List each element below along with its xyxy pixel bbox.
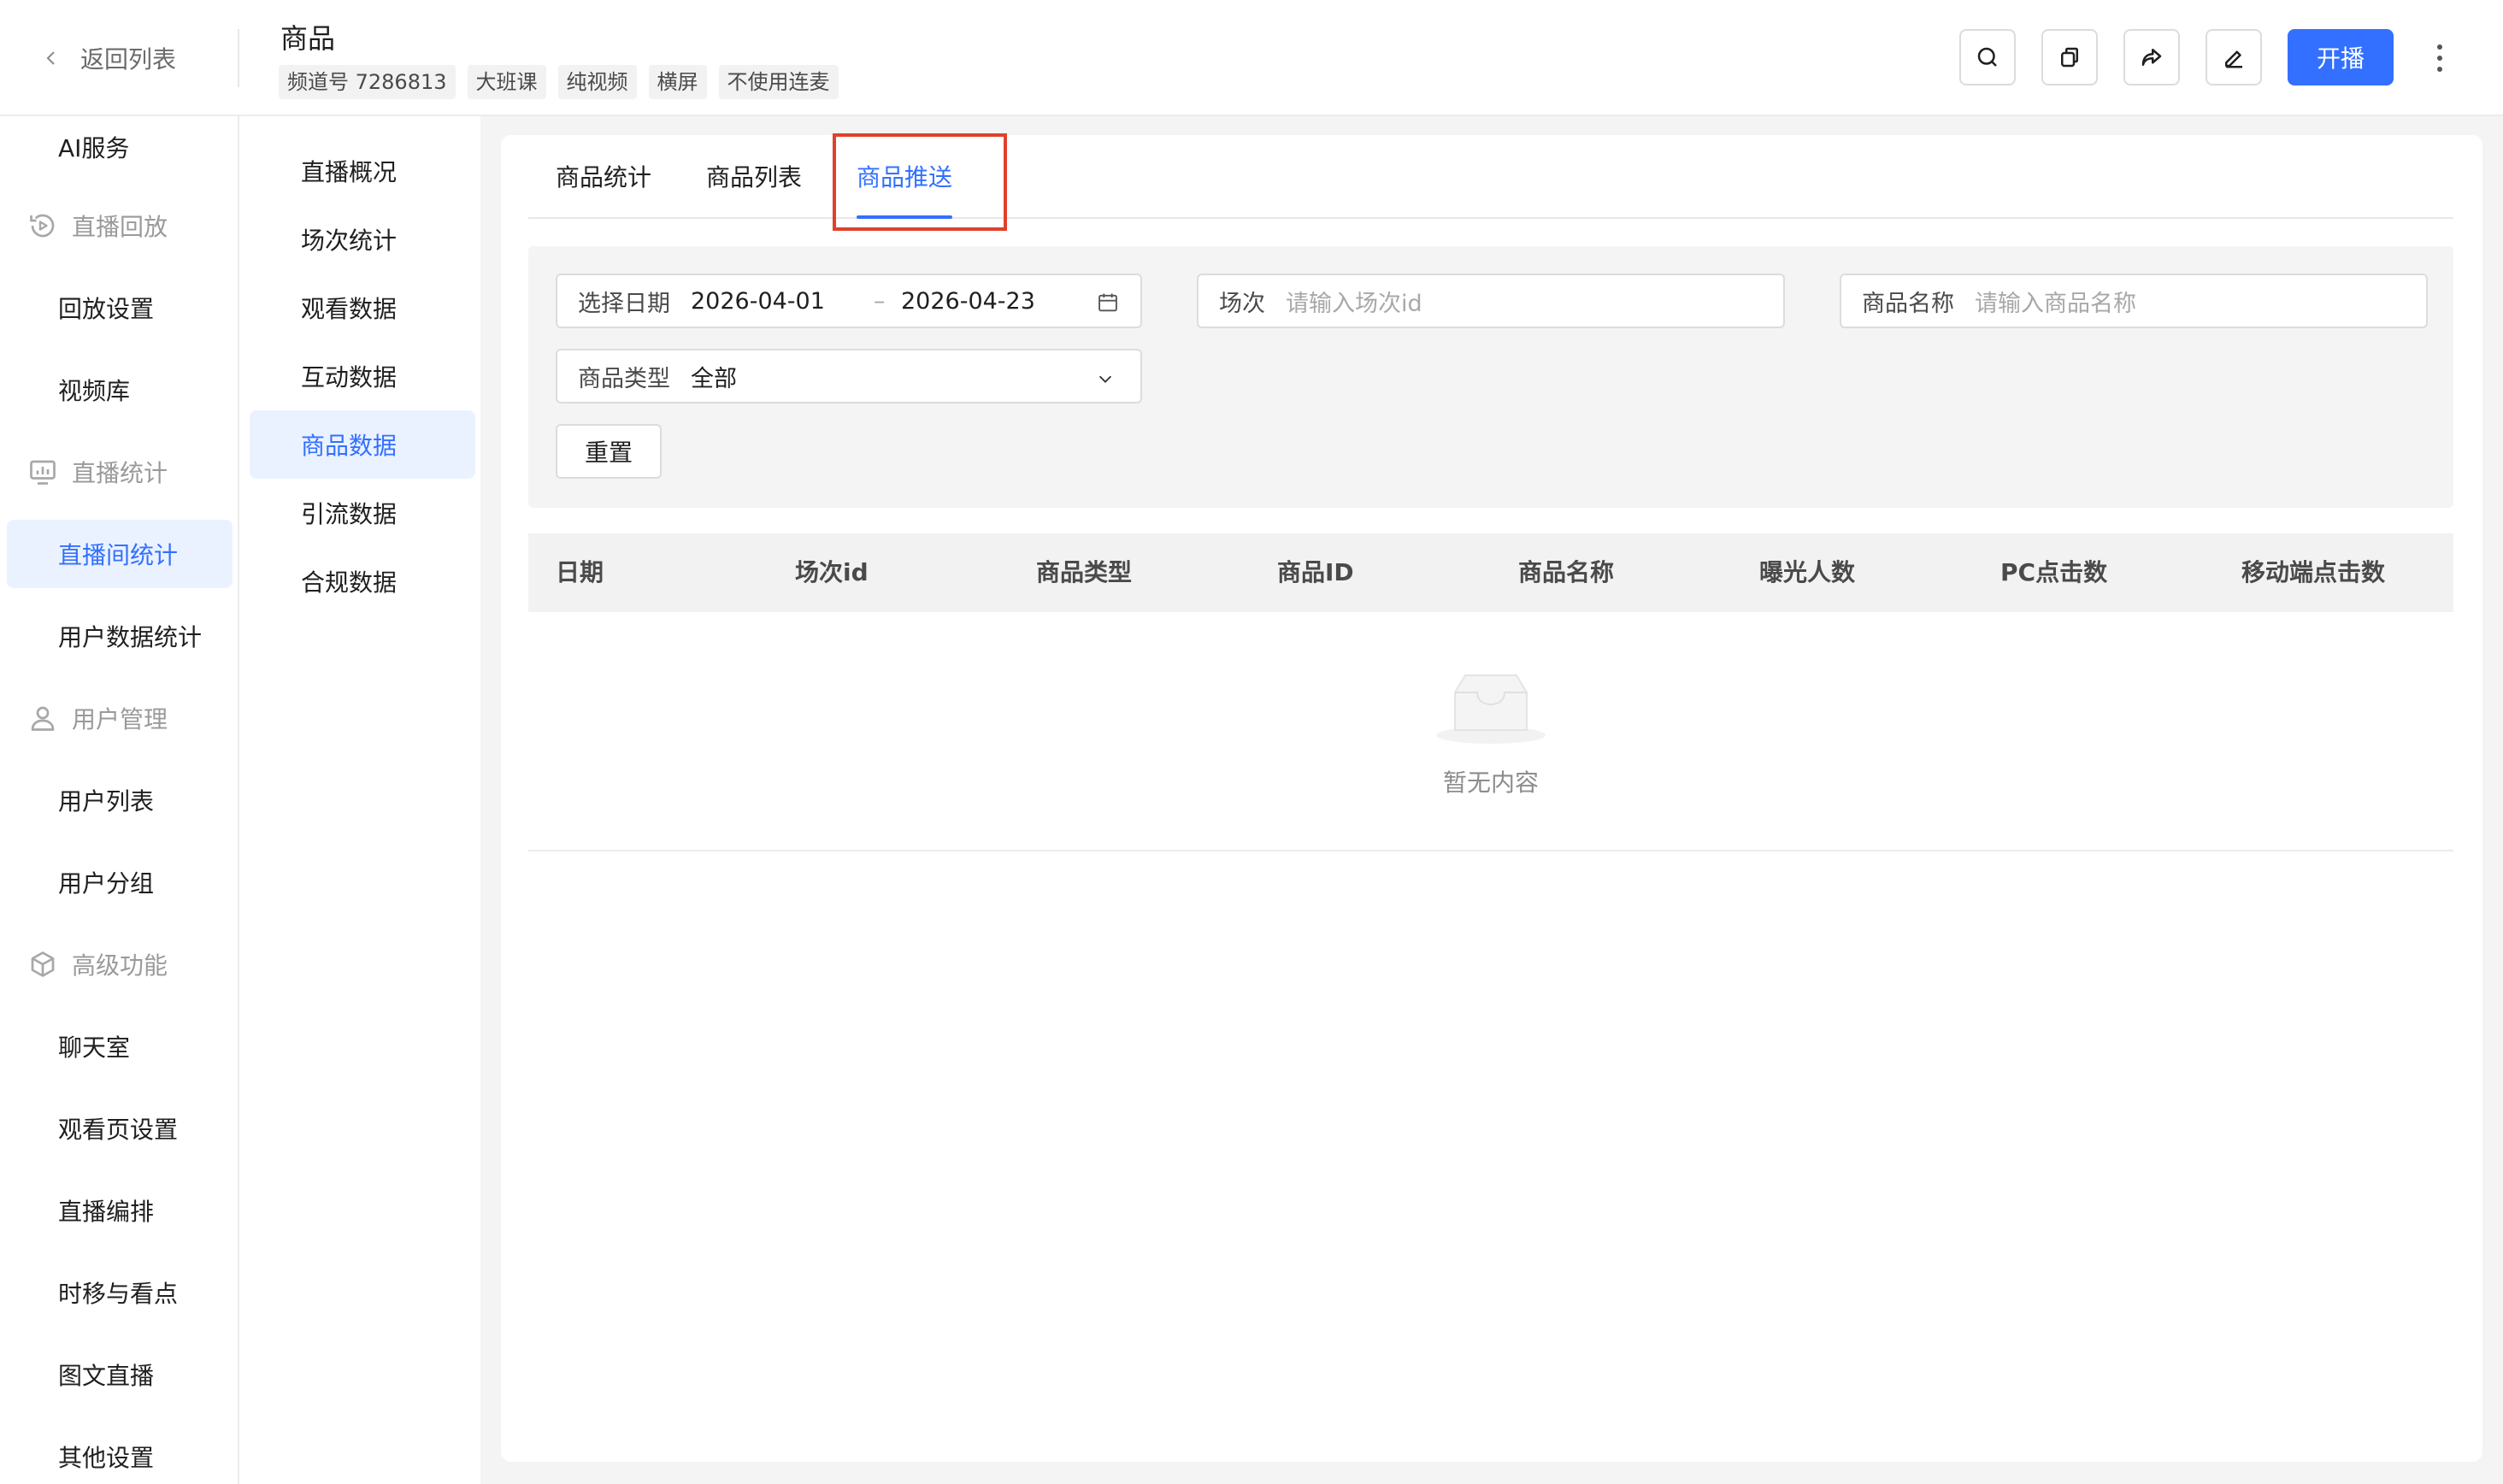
back-to-list-link[interactable]: 返回列表 xyxy=(41,38,176,79)
product-type-label: 商品类型 xyxy=(578,365,670,392)
tag-orientation: 横屏 xyxy=(648,65,707,99)
sidebar-item-video-library[interactable]: 视频库 xyxy=(7,356,233,424)
sidebar-item-other-settings[interactable]: 其他设置 xyxy=(7,1422,233,1484)
sidebar-item-ai-service[interactable]: AI服务 xyxy=(7,116,233,181)
sidebar-item-timeshift[interactable]: 时移与看点 xyxy=(7,1258,233,1327)
date-start-value[interactable]: 2026-04-01 xyxy=(691,288,874,315)
copy-icon xyxy=(2061,47,2078,68)
sidebar-group-user-management[interactable]: 用户管理 xyxy=(27,692,168,744)
header-divider xyxy=(238,29,239,87)
chevron-down-icon xyxy=(1098,375,1112,383)
tag-channel-id: 频道号 7286813 xyxy=(279,65,456,99)
table-empty-state: 暂无内容 xyxy=(528,612,2453,851)
main-sidebar: AI服务 直播回放 回放设置 视频库 直播统计 直播间统计 用户数据统计 用户管… xyxy=(0,116,239,1484)
empty-inbox-icon xyxy=(1436,674,1546,744)
subnav-item-compliance-data[interactable]: 合规数据 xyxy=(250,547,475,615)
reset-button[interactable]: 重置 xyxy=(556,424,662,479)
empty-state-text: 暂无内容 xyxy=(1442,768,1539,797)
tab-product-list[interactable]: 商品列表 xyxy=(706,159,802,219)
sidebar-group-advanced[interactable]: 高级功能 xyxy=(27,939,168,990)
subnav-item-interaction-data[interactable]: 互动数据 xyxy=(250,342,475,410)
table-header-row: 日期 场次id 商品类型 商品ID 商品名称 曝光人数 PC点击数 移动端点击数 xyxy=(528,533,2453,612)
share-button[interactable] xyxy=(2123,29,2180,85)
stats-subnav: 直播概况 场次统计 观看数据 互动数据 商品数据 引流数据 合规数据 xyxy=(241,116,480,1484)
product-type-select[interactable]: 商品类型 全部 xyxy=(556,349,1142,403)
date-separator: – xyxy=(874,287,886,315)
date-end-value[interactable]: 2026-04-23 xyxy=(901,288,1035,315)
tag-class-type: 大班课 xyxy=(467,65,546,99)
column-header-pc-clicks: PC点击数 xyxy=(2000,558,2108,586)
page-title: 商品 xyxy=(280,22,336,55)
search-icon xyxy=(1977,47,1997,67)
sidebar-item-user-groups[interactable]: 用户分组 xyxy=(7,848,233,916)
column-header-date: 日期 xyxy=(556,558,604,586)
more-menu-button[interactable] xyxy=(2424,34,2455,82)
sidebar-item-chat-room[interactable]: 聊天室 xyxy=(7,1012,233,1081)
product-name-field[interactable]: 商品名称 请输入商品名称 xyxy=(1840,274,2428,328)
column-header-mobile-clicks: 移动端点击数 xyxy=(2241,558,2386,586)
sidebar-item-room-stats[interactable]: 直播间统计 xyxy=(7,520,233,588)
session-id-field[interactable]: 场次 请输入场次id xyxy=(1197,274,1785,328)
subnav-item-viewing-data[interactable]: 观看数据 xyxy=(250,274,475,342)
playback-icon xyxy=(30,214,55,238)
sidebar-item-live-schedule[interactable]: 直播编排 xyxy=(7,1176,233,1245)
sidebar-item-watch-page-settings[interactable]: 观看页设置 xyxy=(7,1094,233,1163)
product-tabs: 商品统计 商品列表 商品推送 xyxy=(528,140,2453,219)
session-label: 场次 xyxy=(1219,290,1265,317)
column-header-exposure: 曝光人数 xyxy=(1759,558,1856,586)
user-icon xyxy=(31,706,55,731)
column-header-product-id: 商品ID xyxy=(1277,558,1354,586)
pencil-icon xyxy=(2225,50,2242,68)
more-vertical-icon xyxy=(2437,44,2442,72)
subnav-item-traffic-data[interactable]: 引流数据 xyxy=(250,479,475,547)
copy-button[interactable] xyxy=(2041,29,2098,85)
date-label: 选择日期 xyxy=(578,290,670,317)
share-icon xyxy=(2141,49,2162,66)
column-header-product-type: 商品类型 xyxy=(1036,558,1133,586)
tab-product-stats[interactable]: 商品统计 xyxy=(556,159,651,219)
cube-icon xyxy=(31,951,55,977)
sidebar-group-playback[interactable]: 直播回放 xyxy=(27,200,168,251)
active-tab-highlight xyxy=(833,133,1007,231)
stats-icon xyxy=(30,460,56,485)
product-name-input[interactable]: 请输入商品名称 xyxy=(1975,285,2136,318)
sidebar-item-playback-settings[interactable]: 回放设置 xyxy=(7,274,233,342)
back-label: 返回列表 xyxy=(80,45,177,74)
tag-video-type: 纯视频 xyxy=(557,65,637,99)
start-live-button[interactable]: 开播 xyxy=(2288,29,2394,85)
search-button[interactable] xyxy=(1959,29,2016,85)
product-type-value: 全部 xyxy=(691,365,737,392)
sidebar-group-live-stats[interactable]: 直播统计 xyxy=(27,446,168,498)
calendar-icon xyxy=(1098,293,1117,312)
tag-mic-link: 不使用连麦 xyxy=(718,65,839,99)
subnav-item-session-stats[interactable]: 场次统计 xyxy=(250,205,475,274)
edit-button[interactable] xyxy=(2206,29,2262,85)
channel-tags: 频道号 7286813 大班课 纯视频 横屏 不使用连麦 xyxy=(279,65,839,99)
sidebar-item-graphic-live[interactable]: 图文直播 xyxy=(7,1340,233,1409)
date-range-picker[interactable]: 选择日期 2026-04-01 – 2026-04-23 xyxy=(556,274,1142,328)
column-header-product-name: 商品名称 xyxy=(1518,558,1615,586)
subnav-item-overview[interactable]: 直播概况 xyxy=(250,137,475,205)
sidebar-item-user-list[interactable]: 用户列表 xyxy=(7,766,233,834)
sidebar-item-user-data-stats[interactable]: 用户数据统计 xyxy=(7,602,233,670)
column-header-session-id: 场次id xyxy=(795,558,869,586)
product-name-label: 商品名称 xyxy=(1862,290,1954,317)
session-id-input[interactable]: 请输入场次id xyxy=(1286,285,1422,318)
subnav-item-product-data[interactable]: 商品数据 xyxy=(250,410,475,479)
top-header: 返回列表 商品 频道号 7286813 大班课 纯视频 横屏 不使用连麦 开播 xyxy=(0,0,2503,116)
chevron-left-icon xyxy=(46,51,55,65)
